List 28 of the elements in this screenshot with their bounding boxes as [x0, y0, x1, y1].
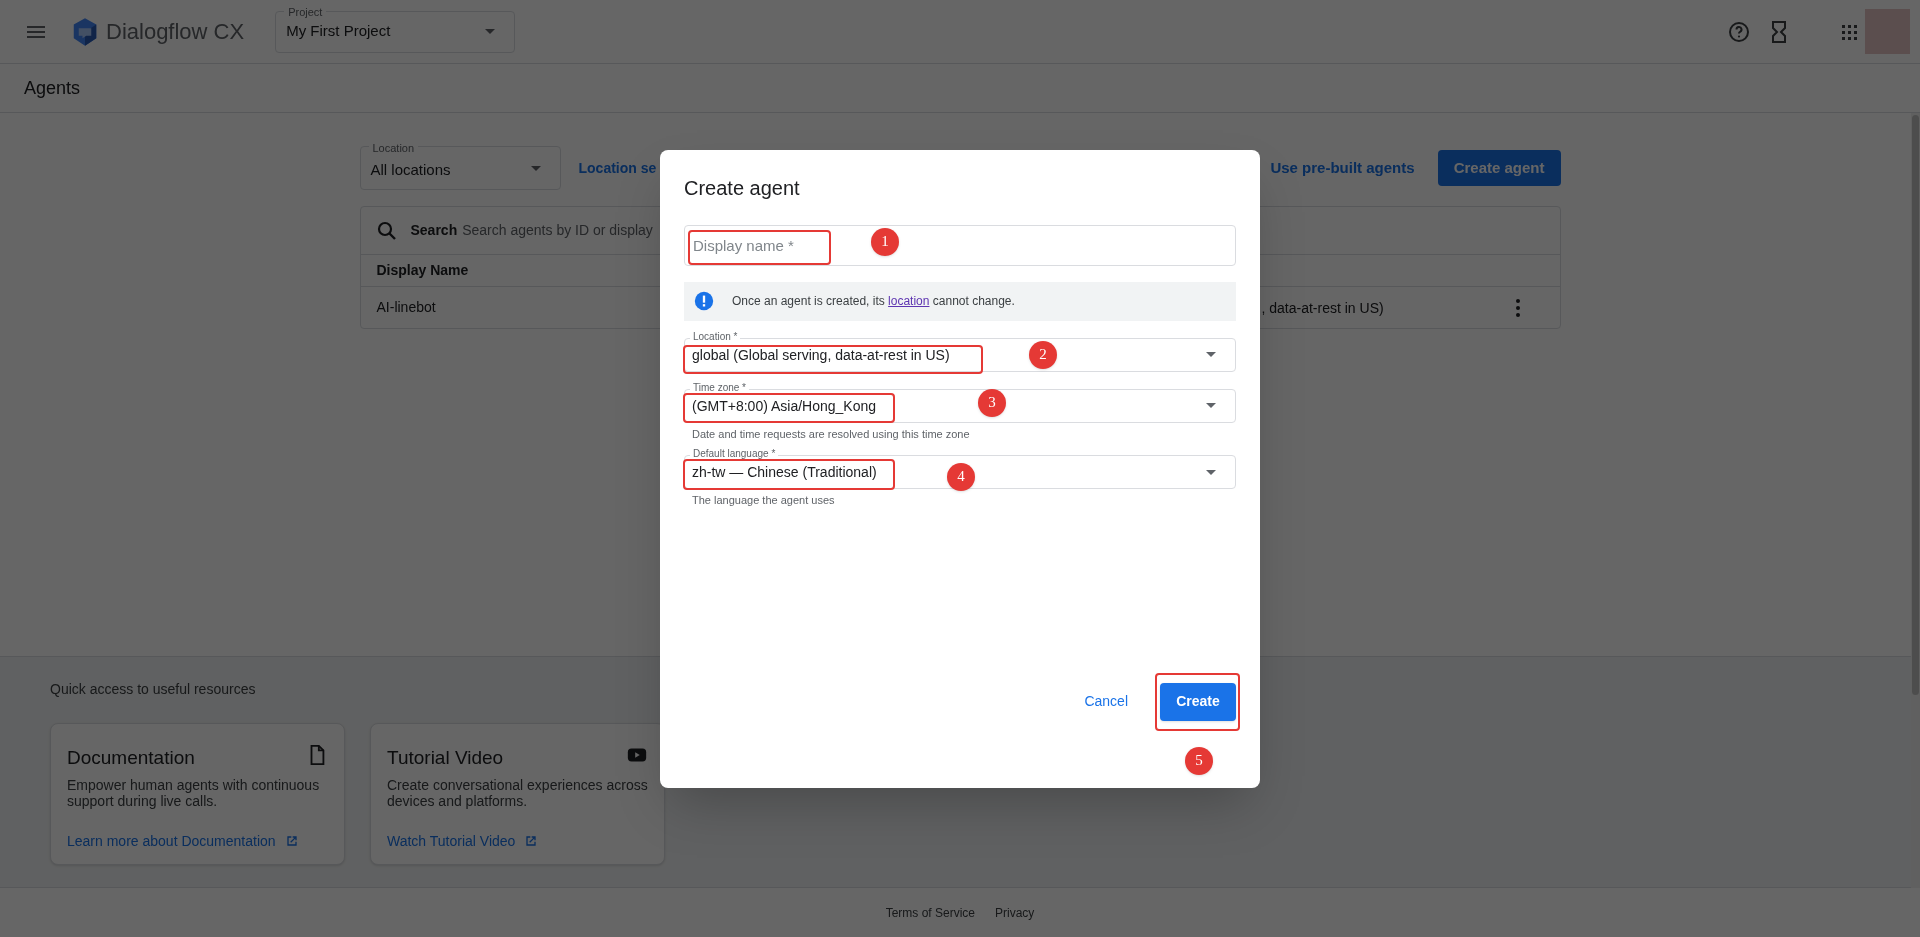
- dialog-title: Create agent: [684, 175, 801, 201]
- step-number-badge: 4: [947, 462, 975, 491]
- field-hint: Date and time requests are resolved using this time zone: [691, 426, 971, 442]
- step-number-badge: 1: [871, 227, 899, 256]
- field-value: zh-tw — Chinese (Traditional): [692, 464, 877, 480]
- field-value: (GMT+8:00) Asia/Hong_Kong: [692, 397, 877, 414]
- product-name: Dialogflow CX: [106, 18, 245, 46]
- card-title: Tutorial Video: [387, 746, 504, 770]
- field-hint: The language the agent uses: [691, 493, 836, 508]
- notice-text: Once an agent is created, its location cannot change.: [732, 293, 1015, 310]
- table-cell: , data-at-rest in US): [1261, 299, 1384, 316]
- search-label: Search: [410, 221, 458, 240]
- field-label: Location *: [690, 330, 741, 342]
- step-number-badge: 3: [978, 388, 1006, 417]
- card-title: Documentation: [67, 746, 195, 770]
- field-value: global (Global serving, data-at-rest in US): [692, 346, 950, 363]
- column-header: Display Name: [376, 261, 469, 280]
- card-description: Empower human agents with continuous support during live calls.: [67, 776, 321, 809]
- field-label: Time zone *: [690, 381, 749, 393]
- field-label: Default language *: [690, 448, 779, 459]
- table-cell-text: AI-linebot: [376, 298, 436, 317]
- location-value: All locations: [370, 159, 452, 180]
- resources-heading: Quick access to useful resources: [50, 680, 257, 699]
- project-value: My First Project: [286, 21, 392, 42]
- step-number-badge: 2: [1029, 340, 1057, 369]
- card-description: Create conversational experiences across devices and platforms.: [387, 776, 648, 809]
- page-title: Agents: [24, 76, 81, 100]
- step-number-badge: 5: [1185, 746, 1213, 775]
